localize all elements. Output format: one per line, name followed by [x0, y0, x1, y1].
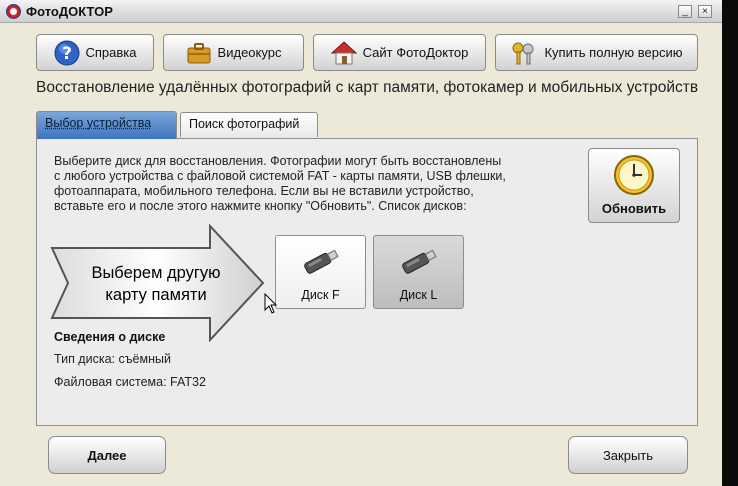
- minimize-icon[interactable]: _: [678, 5, 692, 18]
- app-window: ФотоДОКТОР _ × ? Справка Видеокурс Сайт …: [0, 0, 722, 486]
- drive-l-button[interactable]: Диск L: [373, 235, 464, 309]
- buy-full-version-label: Купить полную версию: [544, 45, 683, 60]
- refresh-label: Обновить: [601, 201, 667, 216]
- house-icon: [330, 40, 357, 64]
- callout-text: Выберем другую карту памяти: [68, 262, 244, 306]
- tab-select-device[interactable]: Выбор устройства: [36, 111, 177, 139]
- tab-search-photos[interactable]: Поиск фотографий: [180, 112, 318, 137]
- title-bar: ФотоДОКТОР _ ×: [0, 0, 722, 23]
- instructions-line: с любого устройства с файловой системой …: [54, 169, 506, 183]
- drive-f-button[interactable]: Диск F: [275, 235, 366, 309]
- tab-select-device-label: Выбор устройства: [45, 116, 152, 130]
- close-label: Закрыть: [602, 447, 654, 463]
- drive-l-label: Диск L: [399, 288, 438, 302]
- video-course-button[interactable]: Видеокурс: [163, 34, 304, 71]
- next-label: Далее: [87, 447, 127, 463]
- website-button[interactable]: Сайт ФотоДоктор: [313, 34, 486, 71]
- video-course-label: Видеокурс: [217, 45, 282, 60]
- close-button[interactable]: Закрыть: [568, 436, 688, 474]
- instructions-text: Выберите диск для восстановления. Фотогр…: [54, 154, 554, 214]
- usb-drive-icon: [303, 249, 339, 274]
- clock-icon: [614, 155, 654, 195]
- instructions-line: Выберите диск для восстановления. Фотогр…: [54, 154, 502, 168]
- keys-icon: [512, 42, 534, 64]
- disk-type: Тип диска: съёмный: [54, 352, 171, 366]
- instructions-line: фотоаппарата, мобильного телефона. Если …: [54, 184, 474, 198]
- page-subtitle: Восстановление удалённых фотографий с ка…: [36, 79, 699, 96]
- refresh-button[interactable]: Обновить: [588, 148, 680, 223]
- website-label: Сайт ФотоДоктор: [362, 45, 469, 60]
- buy-full-version-button[interactable]: Купить полную версию: [495, 34, 698, 71]
- usb-drive-icon: [401, 249, 437, 274]
- next-button[interactable]: Далее: [48, 436, 166, 474]
- tab-search-photos-label: Поиск фотографий: [189, 117, 300, 131]
- desktop-edge: [722, 0, 738, 486]
- drive-f-label: Диск F: [301, 288, 340, 302]
- help-icon: ?: [54, 40, 79, 65]
- app-logo-icon: [6, 4, 21, 19]
- callout-line: карту памяти: [105, 286, 207, 304]
- help-button[interactable]: ? Справка: [36, 34, 154, 71]
- help-label: Справка: [85, 45, 137, 60]
- callout-line: Выберем другую: [91, 264, 221, 282]
- close-window-icon[interactable]: ×: [698, 5, 712, 18]
- disk-filesystem: Файловая система: FAT32: [54, 375, 206, 389]
- mouse-cursor-icon: [264, 293, 278, 314]
- instructions-line: вставьте его и после этого нажмите кнопк…: [54, 199, 467, 213]
- briefcase-icon: [187, 42, 211, 63]
- window-title: ФотоДОКТОР: [26, 4, 113, 19]
- disk-info-title: Сведения о диске: [54, 330, 166, 344]
- svg-text:?: ?: [62, 44, 72, 64]
